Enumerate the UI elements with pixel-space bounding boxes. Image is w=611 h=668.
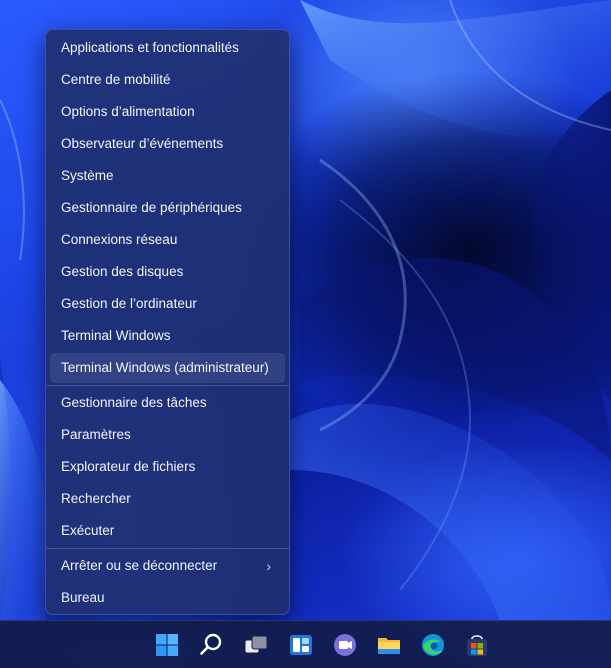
edge-icon[interactable] [419, 631, 447, 659]
menu-item-windows-terminal[interactable]: Terminal Windows [50, 321, 285, 351]
menu-item-windows-terminal-admin[interactable]: Terminal Windows (administrateur) [50, 353, 285, 383]
file-explorer-icon[interactable] [375, 631, 403, 659]
menu-item-apps-features[interactable]: Applications et fonctionnalités [50, 33, 285, 63]
windows-start-icon[interactable] [153, 631, 181, 659]
menu-item-power-options[interactable]: Options d’alimentation [50, 97, 285, 127]
menu-separator [46, 385, 289, 386]
chevron-right-icon: › [266, 558, 271, 574]
widgets-icon[interactable] [287, 631, 315, 659]
menu-item-computer-management[interactable]: Gestion de l’ordinateur [50, 289, 285, 319]
menu-item-desktop[interactable]: Bureau [50, 583, 285, 613]
taskbar [0, 620, 611, 668]
menu-item-device-manager[interactable]: Gestionnaire de périphériques [50, 193, 285, 223]
menu-item-task-manager[interactable]: Gestionnaire des tâches [50, 388, 285, 418]
winx-context-menu: Applications et fonctionnalités Centre d… [45, 29, 290, 615]
search-icon[interactable] [197, 631, 225, 659]
menu-item-event-viewer[interactable]: Observateur d’événements [50, 129, 285, 159]
menu-separator [46, 548, 289, 549]
menu-item-search[interactable]: Rechercher [50, 484, 285, 514]
menu-item-label: Arrêter ou se déconnecter [61, 558, 218, 573]
menu-item-mobility-center[interactable]: Centre de mobilité [50, 65, 285, 95]
menu-item-network-connections[interactable]: Connexions réseau [50, 225, 285, 255]
menu-item-file-explorer[interactable]: Explorateur de fichiers [50, 452, 285, 482]
menu-item-disk-management[interactable]: Gestion des disques [50, 257, 285, 287]
task-view-icon[interactable] [242, 631, 270, 659]
menu-item-run[interactable]: Exécuter [50, 516, 285, 546]
store-icon[interactable] [463, 631, 491, 659]
menu-item-shutdown-signout[interactable]: Arrêter ou se déconnecter › [50, 551, 285, 581]
teams-chat-icon[interactable] [331, 631, 359, 659]
desktop: Applications et fonctionnalités Centre d… [0, 0, 611, 668]
menu-item-system[interactable]: Système [50, 161, 285, 191]
menu-item-settings[interactable]: Paramètres [50, 420, 285, 450]
